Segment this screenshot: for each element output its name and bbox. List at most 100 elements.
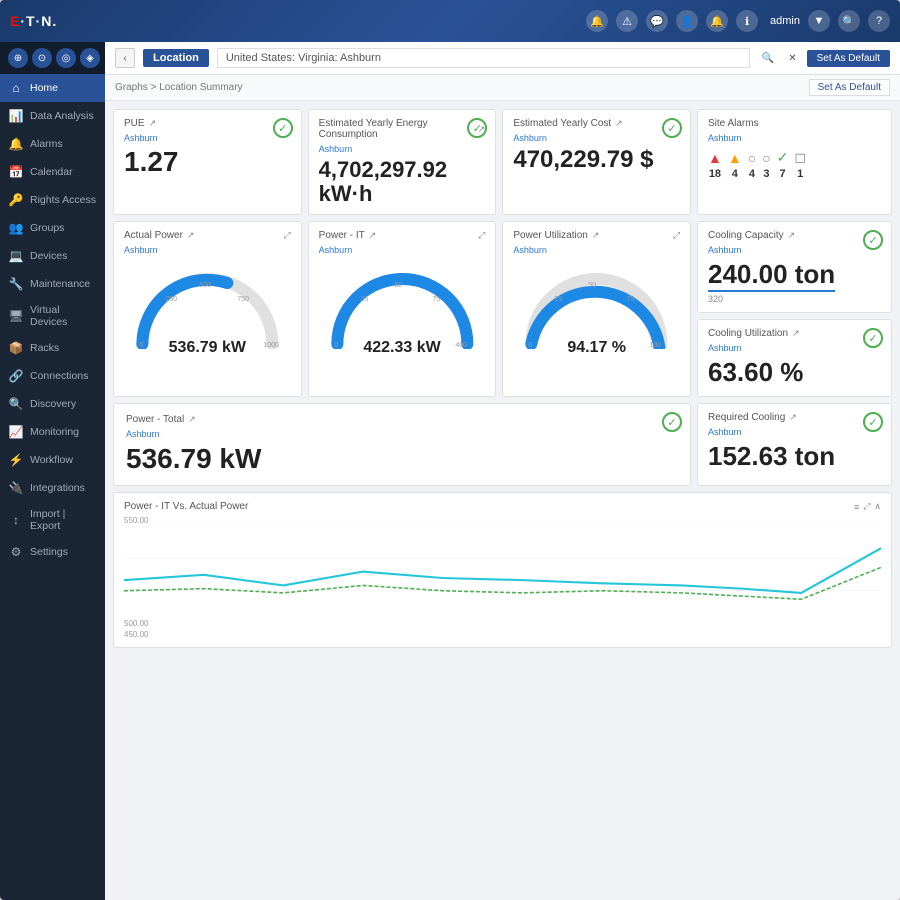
sidebar-item-rights-access[interactable]: 🔑 Rights Access: [0, 186, 105, 214]
info-icon[interactable]: ℹ: [736, 10, 758, 32]
sidebar-label-integrations: Integrations: [30, 482, 85, 494]
svg-text:250: 250: [165, 296, 177, 303]
sidebar-item-maintenance[interactable]: 🔧 Maintenance: [0, 270, 105, 298]
cooling-capacity-info-icon[interactable]: ↗: [788, 230, 796, 241]
sidebar-item-home[interactable]: ⌂ Home: [0, 74, 105, 102]
actual-power-card: Actual Power ↗ ⤢ Ashburn: [113, 221, 302, 397]
bell-icon[interactable]: 🔔: [706, 10, 728, 32]
sidebar-item-settings[interactable]: ⚙ Settings: [0, 538, 105, 566]
cooling-utilization-value: 63.60 %: [708, 357, 881, 388]
sidebar-item-data-analysis[interactable]: 📊 Data Analysis: [0, 102, 105, 130]
chart-line-icon[interactable]: ≡: [854, 502, 859, 512]
sidebar-item-import-export[interactable]: ↕ Import | Export: [0, 502, 105, 538]
home-icon: ⌂: [8, 80, 24, 96]
location-tag[interactable]: Location: [143, 49, 209, 67]
main-content: ‹ Location 🔍 ✕ Set As Default Graphs > L…: [105, 42, 900, 900]
required-cooling-subtitle: Ashburn: [708, 427, 881, 437]
sidebar-label-settings: Settings: [30, 546, 68, 558]
location-search-icon[interactable]: 🔍: [758, 51, 778, 66]
yearly-energy-subtitle: Ashburn: [319, 144, 486, 154]
sidebar-item-discovery[interactable]: 🔍 Discovery: [0, 390, 105, 418]
groups-icon: 👥: [8, 220, 24, 236]
pue-info-icon[interactable]: ↗: [149, 118, 157, 129]
search-icon[interactable]: 🔍: [838, 10, 860, 32]
svg-text:25: 25: [360, 296, 368, 303]
power-it-info-icon[interactable]: ↗: [369, 230, 377, 241]
actual-power-info-icon[interactable]: ↗: [187, 230, 195, 241]
power-utilization-info-icon[interactable]: ↗: [592, 230, 600, 241]
sidebar-item-workflow[interactable]: ⚡ Workflow: [0, 446, 105, 474]
yearly-cost-title: Estimated Yearly Cost ↗: [513, 118, 622, 129]
sidebar-item-monitoring[interactable]: 📈 Monitoring: [0, 418, 105, 446]
topbar: E·T·N. 🔔 ⚠ 💬 👤 🔔 ℹ admin ▼ 🔍 ?: [0, 0, 900, 42]
chart-title: Power - IT Vs. Actual Power: [124, 501, 248, 512]
sidebar-icon-2[interactable]: ⊙: [32, 48, 52, 68]
alarm-info2: ○ 3: [762, 150, 770, 180]
power-it-card: Power - IT ↗ ⤢ Ashburn 0 25: [308, 221, 497, 397]
breadcrumb-set-default-btn[interactable]: Set As Default: [809, 79, 890, 96]
actual-power-expand-icon[interactable]: ⤢: [283, 230, 290, 241]
user-icon[interactable]: 👤: [676, 10, 698, 32]
sidebar-item-integrations[interactable]: 🔌 Integrations: [0, 474, 105, 502]
pue-subtitle: Ashburn: [124, 133, 291, 143]
notifications-icon[interactable]: 🔔: [586, 10, 608, 32]
metrics-row-1: PUE ↗ ✓ Ashburn 1.27 Estimated Yearly En: [113, 109, 892, 215]
yearly-cost-info-icon[interactable]: ↗: [615, 118, 623, 129]
power-it-expand-icon[interactable]: ⤢: [478, 230, 485, 241]
actual-power-subtitle: Ashburn: [124, 245, 291, 255]
nav-back-btn[interactable]: ‹: [115, 48, 135, 68]
topbar-icons: 🔔 ⚠ 💬 👤 🔔 ℹ admin ▼ 🔍 ?: [586, 10, 890, 32]
sidebar-label-import-export: Import | Export: [30, 508, 97, 532]
calendar-icon: 📅: [8, 164, 24, 180]
sidebar-item-alarms[interactable]: 🔔 Alarms: [0, 130, 105, 158]
sidebar-item-groups[interactable]: 👥 Groups: [0, 214, 105, 242]
alarm-icons-row: ▲ 18 ▲ 4 ○ 4 ○: [708, 149, 881, 180]
alerts-icon[interactable]: ⚠: [616, 10, 638, 32]
power-total-info-icon[interactable]: ↗: [188, 414, 196, 425]
app-logo: E·T·N.: [10, 13, 57, 29]
site-alarms-title: Site Alarms: [708, 118, 759, 129]
sidebar-icon-3[interactable]: ◎: [56, 48, 76, 68]
alarm-critical-icon: ▲: [708, 150, 722, 166]
alarm-ok: ✓ 7: [777, 149, 789, 180]
svg-text:50: 50: [394, 282, 402, 289]
chart-close-icon[interactable]: ∧: [874, 501, 881, 512]
cooling-utilization-info-icon[interactable]: ↗: [792, 328, 800, 339]
alarm-critical: ▲ 18: [708, 150, 722, 180]
sidebar-label-groups: Groups: [30, 222, 64, 234]
sidebar-label-monitoring: Monitoring: [30, 426, 79, 438]
sidebar-item-racks[interactable]: 📦 Racks: [0, 334, 105, 362]
cooling-utilization-subtitle: Ashburn: [708, 343, 881, 353]
maintenance-icon: 🔧: [8, 276, 24, 292]
sidebar-label-data-analysis: Data Analysis: [30, 110, 94, 122]
alarm-info1-count: 4: [749, 168, 755, 180]
cooling-utilization-card: Cooling Utilization ↗ ✓ Ashburn 63.60 %: [697, 319, 892, 397]
data-analysis-icon: 📊: [8, 108, 24, 124]
sidebar-label-connections: Connections: [30, 370, 88, 382]
alarm-warning-count: 4: [732, 168, 738, 180]
location-input[interactable]: [217, 48, 750, 68]
sidebar-item-calendar[interactable]: 📅 Calendar: [0, 158, 105, 186]
messages-icon[interactable]: 💬: [646, 10, 668, 32]
sidebar-icon-1[interactable]: ⊕: [8, 48, 28, 68]
svg-text:400: 400: [455, 342, 467, 349]
metrics-row-2: Actual Power ↗ ⤢ Ashburn: [113, 221, 892, 397]
required-cooling-info-icon[interactable]: ↗: [789, 412, 797, 423]
metrics-row-3: Power - Total ↗ ✓ Ashburn 536.79 kW Requ: [113, 403, 892, 486]
sidebar-icon-4[interactable]: ◈: [80, 48, 100, 68]
help-icon[interactable]: ?: [868, 10, 890, 32]
sidebar-label-calendar: Calendar: [30, 166, 73, 178]
integrations-icon: 🔌: [8, 480, 24, 496]
location-clear-icon[interactable]: ✕: [784, 51, 800, 66]
set-default-button[interactable]: Set As Default: [807, 50, 890, 67]
power-utilization-expand-icon[interactable]: ⤢: [673, 230, 680, 241]
alarm-critical-count: 18: [709, 168, 721, 180]
sidebar-item-connections[interactable]: 🔗 Connections: [0, 362, 105, 390]
power-it-value: 422.33 kW: [363, 339, 440, 357]
sidebar-label-maintenance: Maintenance: [30, 278, 90, 290]
chart-expand-icon[interactable]: ⤢: [863, 501, 870, 512]
sidebar-item-devices[interactable]: 💻 Devices: [0, 242, 105, 270]
sidebar-item-virtual-devices[interactable]: 🖥 Virtual Devices: [0, 298, 105, 334]
cooling-capacity-title: Cooling Capacity ↗: [708, 230, 795, 241]
dropdown-icon[interactable]: ▼: [808, 10, 830, 32]
